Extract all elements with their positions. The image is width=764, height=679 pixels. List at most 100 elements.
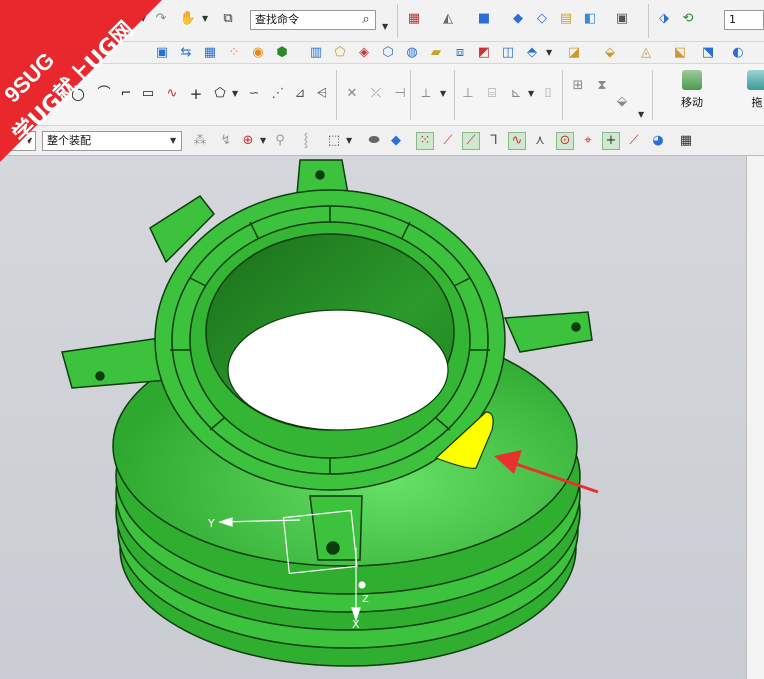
- toolbar-separator: [397, 4, 398, 38]
- dropdown-arrow-icon[interactable]: ▼: [346, 136, 352, 145]
- wireframe-cube-icon[interactable]: ◇: [534, 11, 550, 27]
- move-button[interactable]: 移动: [672, 70, 712, 110]
- dropdown-arrow-icon[interactable]: ▼: [140, 14, 146, 23]
- graphics-viewport[interactable]: Y Z X: [0, 156, 764, 679]
- cylinder-icon[interactable]: ◉: [250, 45, 266, 61]
- fillet-icon[interactable]: ⌐: [118, 86, 134, 102]
- background-icon[interactable]: ▣: [614, 11, 630, 27]
- touch-mode-icon[interactable]: ✋: [180, 11, 196, 27]
- existing-point-snap-icon[interactable]: +: [602, 132, 620, 150]
- midpoint-snap-icon[interactable]: ⟋: [440, 133, 456, 149]
- select-face-icon[interactable]: ⚲: [272, 133, 288, 149]
- vertical-scrollbar[interactable]: [746, 156, 764, 679]
- snap-point-icon[interactable]: ⊕: [240, 133, 256, 149]
- align-icon[interactable]: ⇆: [178, 45, 194, 61]
- wcs-icon[interactable]: ⟲: [680, 11, 696, 27]
- arc-center-snap-icon[interactable]: ⋏: [532, 133, 548, 149]
- measure-icon[interactable]: ⬔: [700, 45, 716, 61]
- pattern-curve-icon[interactable]: ⋰: [270, 86, 286, 102]
- rectangle-icon[interactable]: ▭: [140, 86, 156, 102]
- dropdown-arrow-icon[interactable]: ▼: [260, 136, 266, 145]
- move-face-icon[interactable]: ⬙: [602, 45, 618, 61]
- curve-rule-icon[interactable]: ⸾: [298, 133, 314, 149]
- offset-curve-icon[interactable]: ∽: [246, 86, 262, 102]
- circle-icon[interactable]: ○: [70, 86, 86, 102]
- dropdown-arrow-icon[interactable]: ▼: [202, 14, 208, 23]
- layer-input[interactable]: 1: [724, 10, 764, 30]
- make-corner-icon[interactable]: ⟂: [418, 86, 434, 102]
- edit-section-icon[interactable]: ◧: [582, 11, 598, 27]
- boolean-icon[interactable]: ⧈: [452, 45, 468, 61]
- perpendicular-icon[interactable]: ⊾: [508, 86, 524, 102]
- select-solid-icon[interactable]: ◆: [388, 133, 404, 149]
- grid-icon[interactable]: ▦: [678, 133, 694, 149]
- assembly-icon[interactable]: ▣: [154, 45, 170, 61]
- continuous-dim-icon[interactable]: ⌷: [540, 86, 556, 102]
- move-label: 移动: [681, 96, 703, 109]
- endpoint-snap-icon[interactable]: ⁙: [416, 132, 434, 150]
- dropdown-arrow-icon[interactable]: ▼: [382, 22, 388, 31]
- pattern-icon[interactable]: ⁘: [226, 45, 242, 61]
- point-icon[interactable]: +: [188, 86, 204, 102]
- draft-icon[interactable]: ⬘: [524, 45, 540, 61]
- block-icon[interactable]: ▦: [202, 45, 218, 61]
- window-icon[interactable]: ⧉: [220, 11, 236, 27]
- arc-icon[interactable]: ⌒: [96, 86, 112, 102]
- blend-icon[interactable]: ⬠: [332, 45, 348, 61]
- dropdown-arrow-icon[interactable]: ▼: [26, 136, 32, 145]
- extrude-icon[interactable]: ▥: [308, 45, 324, 61]
- control-point-snap-icon[interactable]: ⟋: [462, 132, 480, 150]
- resize-icon[interactable]: ⬕: [672, 45, 688, 61]
- shade-icon[interactable]: ◭: [440, 11, 456, 27]
- revolve-icon[interactable]: ⬢: [274, 45, 290, 61]
- drag-button[interactable]: 拖: [742, 70, 764, 110]
- dropdown-arrow-icon[interactable]: ▼: [170, 136, 176, 145]
- dropdown-arrow-icon[interactable]: ▼: [232, 89, 238, 98]
- search-icon[interactable]: ⌕: [358, 12, 374, 28]
- replace-face-icon[interactable]: ◬: [638, 45, 654, 61]
- quick-extend-icon[interactable]: ⤫: [368, 86, 384, 102]
- redo-icon[interactable]: ↷: [153, 11, 169, 27]
- offset-face-icon[interactable]: ◫: [500, 45, 516, 61]
- hole-icon[interactable]: ◍: [404, 45, 420, 61]
- dropdown-arrow-icon[interactable]: ▼: [546, 48, 552, 57]
- quick-trim-icon[interactable]: ✕: [344, 86, 360, 102]
- cube-icon[interactable]: ◆: [510, 11, 526, 27]
- analysis-icon[interactable]: ◐: [730, 45, 746, 61]
- studio-spline-icon[interactable]: ∿: [164, 86, 180, 102]
- layer-settings-icon[interactable]: ▦: [406, 11, 422, 27]
- polygon-icon[interactable]: ⬠: [212, 86, 228, 102]
- multi-select-icon[interactable]: ⁂: [192, 133, 208, 149]
- center-snap-icon[interactable]: ⊙: [556, 132, 574, 150]
- point-on-curve-snap-icon[interactable]: ⟋: [626, 133, 642, 149]
- intersection-snap-icon[interactable]: ∿: [508, 132, 526, 150]
- dropdown-arrow-icon[interactable]: ▼: [638, 110, 644, 119]
- display-icon[interactable]: ▤: [558, 11, 574, 27]
- datum-plane-icon[interactable]: ▰: [428, 45, 444, 61]
- corner-icon[interactable]: ⊣: [392, 86, 408, 102]
- chamfer-icon[interactable]: ◈: [356, 45, 372, 61]
- relations-icon[interactable]: ⊞: [570, 78, 586, 94]
- selection-box-icon[interactable]: ⬚: [326, 133, 342, 149]
- select-feature-icon[interactable]: ↯: [218, 133, 234, 149]
- toolbar-separator: [410, 70, 411, 120]
- mirror-curve-icon[interactable]: ⊿: [292, 86, 308, 102]
- selection-scope-select[interactable]: 整个装配: [42, 131, 182, 151]
- dimension-icon[interactable]: ⌸: [484, 86, 500, 102]
- dropdown-arrow-icon[interactable]: ▼: [440, 89, 446, 98]
- intersection-curve-icon[interactable]: ⩤: [314, 86, 330, 102]
- convert-icon[interactable]: ⬙: [614, 94, 630, 110]
- tangent-snap-icon[interactable]: ⅂: [486, 133, 502, 149]
- cad-model[interactable]: Y Z X: [0, 156, 747, 679]
- geometric-constraint-icon[interactable]: ⊥: [460, 86, 476, 102]
- dropdown-arrow-icon[interactable]: ▼: [528, 89, 534, 98]
- orient-view-icon[interactable]: ⬗: [656, 11, 672, 27]
- shell-icon[interactable]: ⬡: [380, 45, 396, 61]
- block-icon[interactable]: ■: [476, 11, 492, 27]
- trim-body-icon[interactable]: ◩: [476, 45, 492, 61]
- select-body-icon[interactable]: ⬬: [366, 133, 382, 149]
- point-on-face-snap-icon[interactable]: ◕: [650, 133, 666, 149]
- auto-constrain-icon[interactable]: ⧗: [594, 78, 610, 94]
- synchronous-icon[interactable]: ◪: [566, 45, 582, 61]
- quadrant-snap-icon[interactable]: ⌖: [580, 133, 596, 149]
